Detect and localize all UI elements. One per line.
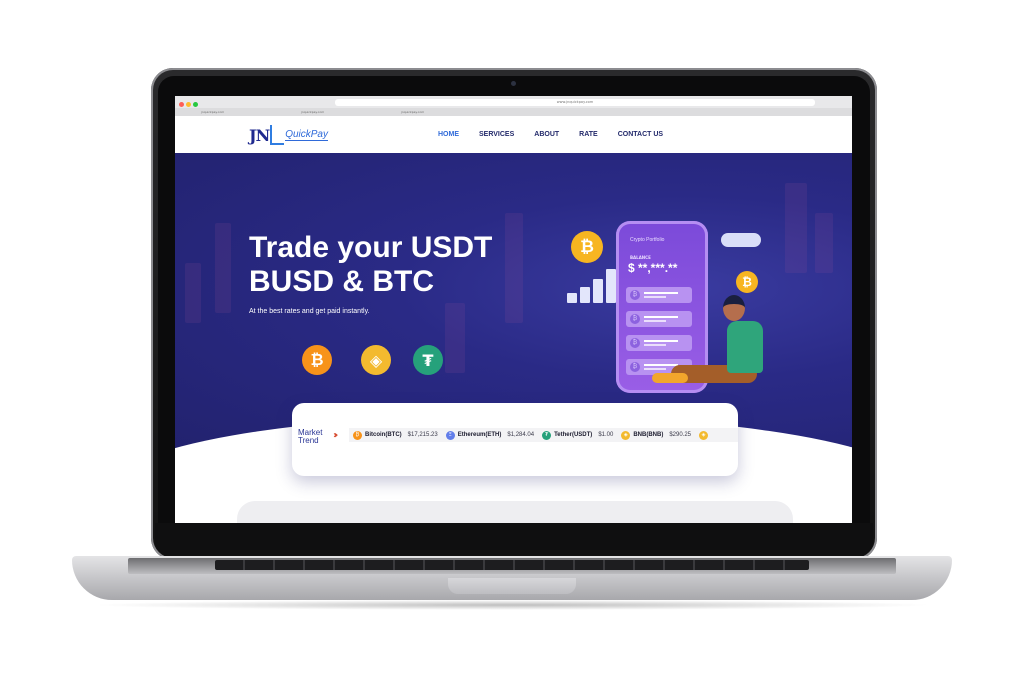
ticker-price: $290.25 bbox=[669, 432, 692, 438]
nav-about[interactable]: ABOUT bbox=[534, 131, 559, 138]
site-header: JN QuickPay HOME SERVICES ABOUT RATE CON… bbox=[175, 116, 852, 153]
market-trend-label: Market Trend bbox=[298, 428, 323, 445]
laptop-screen: www.jnquickpay.com jnquickpay.com jnquic… bbox=[175, 96, 852, 523]
bg-chart-decoration bbox=[815, 213, 833, 273]
main-nav: HOME SERVICES ABOUT RATE CONTACT US bbox=[438, 131, 683, 138]
laptop-shadow bbox=[90, 600, 934, 610]
nav-rate[interactable]: RATE bbox=[579, 131, 598, 138]
person-illustration-shoe bbox=[652, 373, 688, 383]
logo-letters: JN bbox=[249, 125, 270, 145]
person-illustration-body bbox=[727, 321, 763, 373]
ticker-item[interactable]: Ξ Ethereum(ETH) $1,284.04 bbox=[445, 430, 535, 440]
bitcoin-icon: ₿ bbox=[736, 271, 758, 293]
ticker-item[interactable]: ◈ BNB(BNB) $290.25 bbox=[621, 430, 692, 440]
browser-tab[interactable]: jnquickpay.com bbox=[295, 108, 324, 116]
hero-title: Trade your USDT BUSD & BTC bbox=[249, 231, 569, 299]
logo-text: QuickPay bbox=[285, 128, 328, 141]
balance-value: $ **,***.** bbox=[628, 261, 678, 275]
tether-icon: ₮ bbox=[542, 430, 552, 440]
next-section-panel bbox=[237, 501, 793, 523]
hero-title-line-2: BUSD & BTC bbox=[249, 265, 434, 298]
bitcoin-icon: ₿ bbox=[571, 231, 603, 263]
binance-icon: ◈ bbox=[621, 430, 631, 440]
ticker-price: $17,215.23 bbox=[407, 432, 438, 438]
bg-chart-decoration bbox=[785, 183, 807, 273]
logo-mark-icon bbox=[270, 125, 285, 145]
tab-strip bbox=[175, 108, 852, 116]
ethereum-icon: Ξ bbox=[445, 430, 455, 440]
person-illustration-head bbox=[723, 295, 745, 321]
ticker-name: Ethereum(ETH) bbox=[457, 432, 502, 438]
wallet-title: Crypto Portfolio bbox=[630, 237, 665, 243]
ticker-price: $1,284.04 bbox=[507, 432, 535, 438]
tether-icon: ₮ bbox=[413, 345, 443, 375]
ticker-item[interactable]: ◈ bbox=[699, 430, 711, 440]
ticker-price: $1.00 bbox=[598, 432, 614, 438]
binance-icon: ◈ bbox=[361, 345, 391, 375]
minimize-window-icon[interactable] bbox=[186, 102, 191, 107]
bg-chart-decoration bbox=[445, 303, 465, 373]
cloud-icon bbox=[721, 233, 761, 247]
ticker-name: Tether(USDT) bbox=[554, 432, 593, 438]
hero-title-line-1: Trade your USDT bbox=[249, 231, 493, 264]
bg-chart-decoration bbox=[185, 263, 201, 323]
double-chevron-right-icon: ›› bbox=[333, 430, 339, 441]
market-trend-card: Market Trend ›› ₿ Bitcoin(BTC) $17,215.2… bbox=[292, 403, 738, 476]
close-window-icon[interactable] bbox=[179, 102, 184, 107]
ticker-item[interactable]: ₿ Bitcoin(BTC) $17,215.23 bbox=[353, 430, 438, 440]
ticker-item[interactable]: ₮ Tether(USDT) $1.00 bbox=[542, 430, 614, 440]
bitcoin-icon: ₿ bbox=[302, 345, 332, 375]
bitcoin-icon: ₿ bbox=[353, 430, 362, 440]
balance-label: BALANCE bbox=[630, 255, 651, 260]
trackpad bbox=[448, 578, 576, 594]
nav-home[interactable]: HOME bbox=[438, 131, 459, 138]
nav-contact-us[interactable]: CONTACT US bbox=[618, 131, 663, 138]
site-logo[interactable]: JN QuickPay bbox=[249, 124, 328, 146]
hero-subtitle: At the best rates and get paid instantly… bbox=[249, 308, 370, 315]
browser-tab[interactable]: jnquickpay.com bbox=[195, 108, 224, 116]
binance-icon: ◈ bbox=[699, 430, 709, 440]
browser-tab[interactable]: jnquickpay.com bbox=[395, 108, 424, 116]
wallet-row: ₿ bbox=[626, 287, 692, 303]
nav-services[interactable]: SERVICES bbox=[479, 131, 514, 138]
ticker-name: BNB(BNB) bbox=[633, 432, 664, 438]
maximize-window-icon[interactable] bbox=[193, 102, 198, 107]
keyboard bbox=[215, 560, 809, 570]
address-bar[interactable]: www.jnquickpay.com bbox=[335, 99, 815, 106]
laptop-chin bbox=[155, 523, 873, 555]
laptop-mockup: www.jnquickpay.com jnquickpay.com jnquic… bbox=[0, 0, 1024, 688]
browser-chrome: www.jnquickpay.com jnquickpay.com jnquic… bbox=[175, 96, 852, 116]
wallet-row: ₿ bbox=[626, 311, 692, 327]
ticker-name: Bitcoin(BTC) bbox=[365, 432, 402, 438]
camera-icon bbox=[511, 81, 516, 86]
bg-chart-decoration bbox=[215, 223, 231, 313]
wallet-row: ₿ bbox=[626, 335, 692, 351]
price-ticker: ₿ Bitcoin(BTC) $17,215.23 Ξ Ethereum(ETH… bbox=[349, 428, 738, 442]
